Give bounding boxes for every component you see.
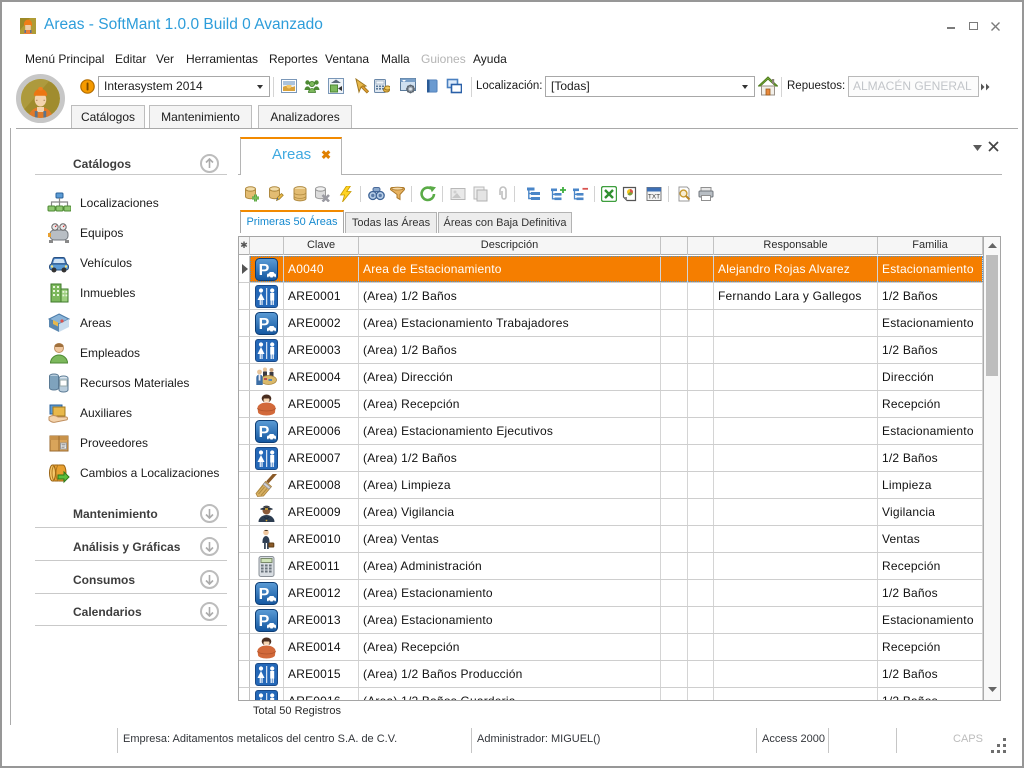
svg-text:TXT: TXT: [648, 194, 660, 201]
